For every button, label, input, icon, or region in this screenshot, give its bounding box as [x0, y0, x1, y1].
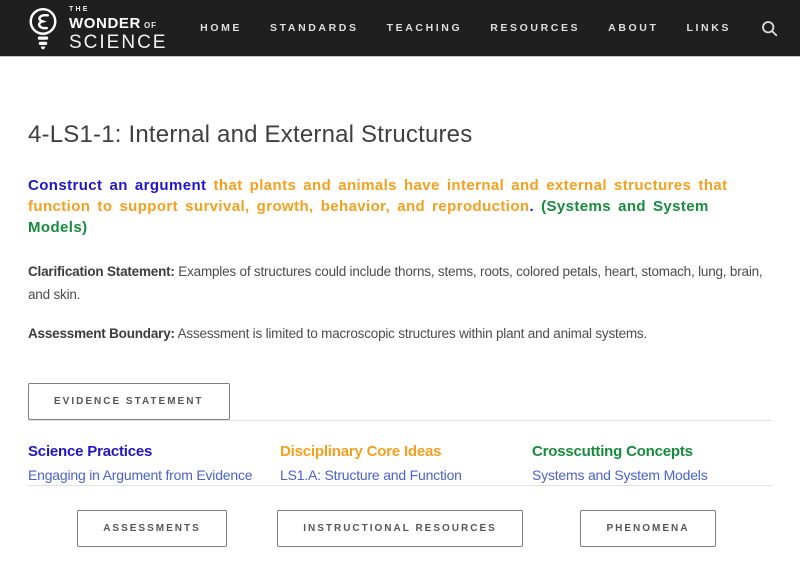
crosscutting-concepts-link[interactable]: Systems and System Models	[532, 467, 708, 483]
disciplinary-core-ideas-link[interactable]: LS1.A: Structure and Function	[280, 467, 462, 483]
search-icon[interactable]	[761, 20, 778, 37]
performance-expectation: Construct an argument that plants and an…	[28, 175, 770, 238]
logo-word-wonder: WONDER	[69, 14, 141, 32]
divider	[28, 484, 772, 486]
science-practices-link[interactable]: Engaging in Argument from Evidence	[28, 467, 253, 483]
column-science-practices: Science Practices Engaging in Argument f…	[28, 443, 268, 485]
nav-item-resources[interactable]: RESOURCES	[490, 22, 580, 34]
main-nav: HOME STANDARDS TEACHING RESOURCES ABOUT …	[200, 20, 778, 37]
assessments-button[interactable]: ASSESSMENTS	[77, 509, 227, 547]
top-nav-bar: THE WONDER OF SCIENCE HOME STANDARDS TEA…	[0, 0, 800, 57]
column-crosscutting-concepts: Crosscutting Concepts Systems and System…	[532, 443, 772, 485]
nav-item-teaching[interactable]: TEACHING	[387, 22, 463, 34]
dimension-columns: Science Practices Engaging in Argument f…	[28, 443, 772, 485]
lightbulb-icon	[26, 7, 60, 51]
nav-item-about[interactable]: ABOUT	[608, 22, 658, 34]
assessment-boundary-text: Assessment is limited to macroscopic str…	[174, 326, 648, 341]
clarification-statement: Clarification Statement: Examples of str…	[28, 260, 772, 306]
disciplinary-core-ideas-heading: Disciplinary Core Ideas	[280, 442, 442, 460]
nav-item-links[interactable]: LINKS	[687, 22, 732, 34]
assessment-boundary: Assessment Boundary: Assessment is limit…	[28, 322, 772, 345]
logo-word-of: OF	[143, 20, 158, 30]
content-area: 4-LS1-1: Internal and External Structure…	[0, 121, 800, 547]
phenomena-button[interactable]: PHENOMENA	[580, 509, 716, 547]
nav-item-standards[interactable]: STANDARDS	[270, 22, 359, 34]
science-practices-heading: Science Practices	[28, 442, 153, 460]
crosscutting-concepts-heading: Crosscutting Concepts	[532, 442, 693, 460]
page-title: 4-LS1-1: Internal and External Structure…	[28, 121, 473, 148]
logo-word-the: THE	[69, 5, 90, 13]
clarification-label: Clarification Statement:	[28, 264, 175, 279]
evidence-statement-button[interactable]: EVIDENCE STATEMENT	[28, 382, 230, 420]
divider	[28, 419, 772, 421]
assessment-boundary-label: Assessment Boundary:	[28, 326, 175, 341]
column-disciplinary-core-ideas: Disciplinary Core Ideas LS1.A: Structure…	[280, 443, 520, 485]
site-logo-text: THE WONDER OF SCIENCE	[69, 6, 167, 52]
instructional-resources-button[interactable]: INSTRUCTIONAL RESOURCES	[277, 509, 523, 547]
site-logo[interactable]: THE WONDER OF SCIENCE	[26, 6, 167, 52]
logo-word-science: SCIENCE	[69, 31, 168, 53]
nav-item-home[interactable]: HOME	[200, 22, 242, 34]
bottom-buttons-row: ASSESSMENTS INSTRUCTIONAL RESOURCES PHEN…	[28, 509, 772, 547]
pe-practice-text: Construct an argument	[28, 177, 207, 194]
